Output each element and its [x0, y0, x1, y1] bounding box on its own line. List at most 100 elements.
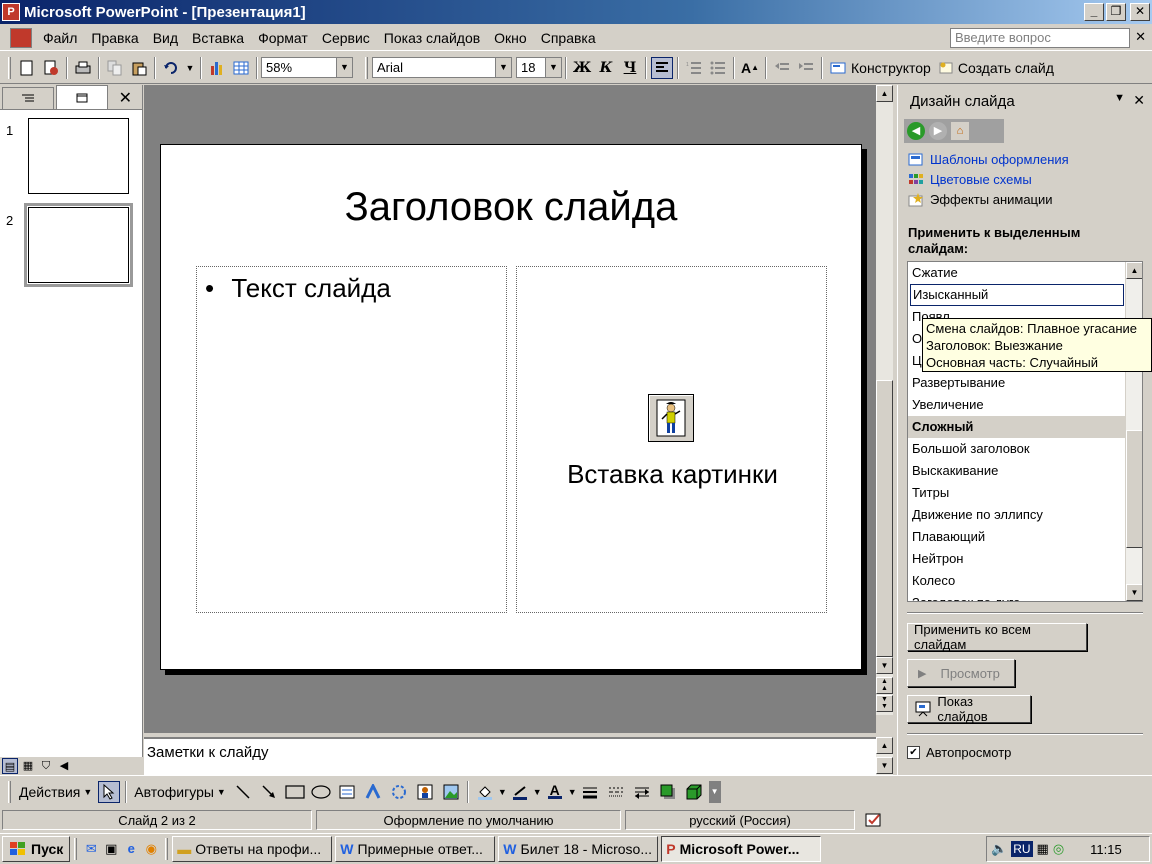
- numbered-list-icon[interactable]: 1: [683, 57, 705, 79]
- chevron-down-icon[interactable]: ▼: [498, 787, 507, 797]
- textbox-tool-icon[interactable]: [336, 781, 358, 803]
- diagram-icon[interactable]: [388, 781, 410, 803]
- normal-view-icon[interactable]: ▤: [2, 758, 18, 774]
- toolbar-grip[interactable]: [365, 56, 368, 79]
- bold-button[interactable]: Ж: [571, 57, 593, 79]
- font-color-icon[interactable]: A: [544, 781, 566, 803]
- print-icon[interactable]: [72, 57, 94, 79]
- task-button[interactable]: W Билет 18 - Microso...: [498, 836, 659, 862]
- line-color-icon[interactable]: [509, 781, 531, 803]
- new-document-icon[interactable]: [16, 57, 38, 79]
- autopreview-checkbox[interactable]: ✔: [907, 746, 920, 759]
- autoshapes-menu[interactable]: Автофигуры ▼: [130, 784, 230, 800]
- chevron-down-icon[interactable]: ▼: [533, 787, 542, 797]
- scroll-left-icon[interactable]: ◀: [56, 758, 72, 774]
- document-icon[interactable]: [10, 27, 32, 48]
- line-tool-icon[interactable]: [232, 781, 254, 803]
- restore-button[interactable]: ❐: [1106, 3, 1126, 21]
- fill-color-icon[interactable]: [474, 781, 496, 803]
- actions-menu[interactable]: Действия ▼: [15, 784, 96, 800]
- clipart-icon[interactable]: [648, 394, 694, 442]
- line-style-icon[interactable]: [579, 781, 601, 803]
- media-icon[interactable]: ◉: [141, 839, 161, 859]
- list-item[interactable]: Большой заголовок: [908, 438, 1142, 460]
- list-item[interactable]: Заголовок по дуге: [908, 592, 1142, 601]
- task-button-active[interactable]: P Microsoft Power...: [661, 836, 822, 862]
- scroll-up-icon[interactable]: ▲: [1126, 262, 1142, 279]
- powerpoint-app-icon[interactable]: P: [2, 3, 20, 21]
- toolbar-grip[interactable]: [8, 780, 11, 803]
- taskbar-grip[interactable]: [165, 838, 169, 860]
- toolbar-grip[interactable]: [8, 56, 11, 79]
- menu-file[interactable]: Файл: [36, 30, 84, 46]
- list-item-selected[interactable]: Сложный: [908, 416, 1142, 438]
- scroll-down-icon[interactable]: ▼: [1126, 584, 1142, 601]
- slideshow-view-icon[interactable]: ⛉: [38, 758, 54, 774]
- back-icon[interactable]: ◀: [907, 122, 925, 140]
- font-size-select[interactable]: 18 ▼: [516, 57, 562, 78]
- toolbar-options-icon[interactable]: ▼: [708, 780, 721, 803]
- open-icon[interactable]: [40, 57, 62, 79]
- dash-style-icon[interactable]: [605, 781, 627, 803]
- copy-icon[interactable]: [104, 57, 126, 79]
- ie-icon[interactable]: e: [121, 839, 141, 859]
- menu-view[interactable]: Вид: [146, 30, 185, 46]
- workspace-scrollbar[interactable]: ▲ ▼ ▲ ▲ ▼ ▼: [876, 85, 893, 715]
- notes-scrollbar[interactable]: ▲ ▼: [876, 737, 893, 775]
- menu-slideshow[interactable]: Показ слайдов: [377, 30, 487, 46]
- scroll-thumb[interactable]: [876, 380, 893, 657]
- animation-schemes-link[interactable]: Эффекты анимации: [908, 192, 1053, 207]
- insert-chart-icon[interactable]: [206, 57, 228, 79]
- outlook-icon[interactable]: ✉: [81, 839, 101, 859]
- show-desktop-icon[interactable]: ▣: [101, 839, 121, 859]
- close-button[interactable]: ✕: [1130, 3, 1150, 21]
- clipart-placeholder[interactable]: Вставка картинки: [516, 266, 827, 613]
- spelling-status-icon[interactable]: [859, 810, 889, 830]
- arrow-tool-icon[interactable]: [258, 781, 280, 803]
- scroll-down-icon[interactable]: ▼: [876, 657, 893, 674]
- slide-thumbnail-1[interactable]: [28, 118, 129, 194]
- help-search-input[interactable]: Введите вопрос: [950, 28, 1130, 48]
- chevron-down-icon[interactable]: ▼: [1114, 92, 1125, 104]
- oval-tool-icon[interactable]: [310, 781, 332, 803]
- previous-slide-icon[interactable]: ▲ ▲: [876, 677, 893, 694]
- menu-format[interactable]: Формат: [251, 30, 315, 46]
- tab-outline[interactable]: [2, 87, 54, 109]
- list-item[interactable]: Колесо: [908, 570, 1142, 592]
- promote-icon[interactable]: [771, 57, 793, 79]
- apply-all-button[interactable]: Применить ко всем слайдам: [907, 622, 1087, 652]
- increase-font-icon[interactable]: A ▲: [739, 57, 761, 79]
- color-schemes-link[interactable]: Цветовые схемы: [908, 172, 1032, 187]
- paste-icon[interactable]: [128, 57, 150, 79]
- antivirus-icon[interactable]: ◎: [1053, 841, 1064, 857]
- scroll-up-icon[interactable]: ▲: [876, 737, 893, 754]
- language-indicator[interactable]: RU: [1011, 841, 1033, 857]
- picture-icon[interactable]: [440, 781, 462, 803]
- list-item[interactable]: Сжатие: [908, 262, 1142, 284]
- preview-button[interactable]: ▶ Просмотр: [907, 659, 1015, 687]
- text-placeholder[interactable]: • Текст слайда: [196, 266, 507, 613]
- animation-schemes-list[interactable]: Сжатие Изысканный Появл От Це Развертыва…: [907, 261, 1143, 602]
- tab-slides[interactable]: [56, 85, 108, 109]
- menu-edit[interactable]: Правка: [84, 30, 145, 46]
- slide-canvas[interactable]: Заголовок слайда • Текст слайда Вставка …: [160, 144, 862, 670]
- slide-thumbnail-2[interactable]: [24, 203, 133, 287]
- new-slide-button[interactable]: Создать слайд: [935, 60, 1058, 76]
- forward-icon[interactable]: ▶: [929, 122, 947, 140]
- task-button[interactable]: ▬ Ответы на профи...: [172, 836, 333, 862]
- font-select[interactable]: Arial ▼: [372, 57, 512, 78]
- minimize-button[interactable]: _: [1084, 3, 1104, 21]
- list-item[interactable]: Движение по эллипсу: [908, 504, 1142, 526]
- slide-sorter-icon[interactable]: ▦: [20, 758, 36, 774]
- wordart-icon[interactable]: [362, 781, 384, 803]
- menu-window[interactable]: Окно: [487, 30, 534, 46]
- list-item[interactable]: Изысканный: [910, 284, 1124, 306]
- notes-pane[interactable]: Заметки к слайду: [144, 737, 876, 775]
- scroll-up-icon[interactable]: ▲: [876, 85, 893, 102]
- scroll-down-icon[interactable]: ▼: [876, 757, 893, 774]
- align-left-icon[interactable]: [651, 56, 673, 79]
- 3d-style-icon[interactable]: [683, 781, 705, 803]
- shadow-style-icon[interactable]: [657, 781, 679, 803]
- slide-title[interactable]: Заголовок слайда: [161, 185, 861, 230]
- scroll-thumb[interactable]: [1126, 430, 1142, 548]
